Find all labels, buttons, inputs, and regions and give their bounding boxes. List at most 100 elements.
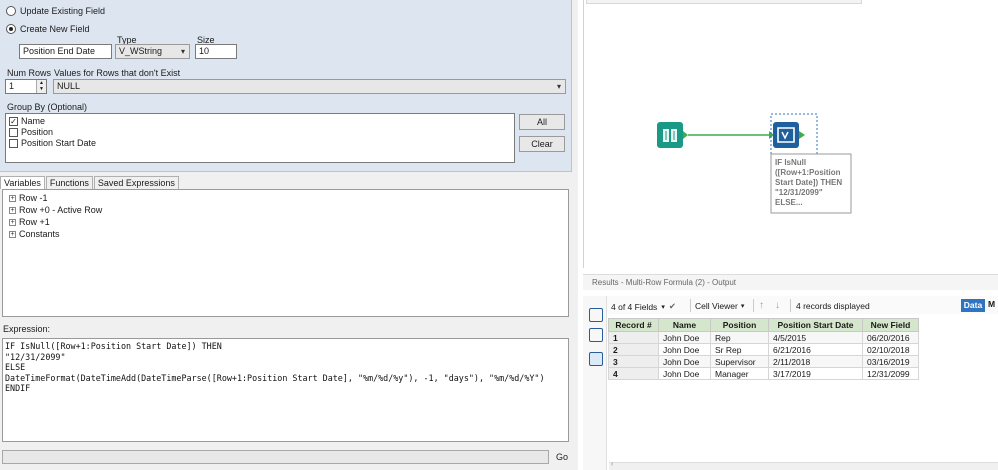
tree-item-row-plus-1[interactable]: + Row +1: [9, 217, 50, 227]
toolbar-divider: [753, 299, 754, 312]
missing-values-select[interactable]: NULL ▾: [53, 79, 566, 94]
table-cell[interactable]: Manager: [710, 367, 769, 380]
input-data-tool-icon[interactable]: [657, 122, 688, 148]
expand-icon[interactable]: +: [9, 194, 16, 202]
size-input[interactable]: 10: [195, 44, 237, 59]
group-by-list: ✓ Name Position Position Start Date: [5, 113, 515, 163]
expression-status-bar[interactable]: [2, 450, 549, 464]
table-row[interactable]: 2 John Doe Sr Rep 6/21/2016 02/10/2018: [608, 343, 919, 356]
tab-variables[interactable]: Variables: [0, 176, 45, 189]
arrow-down-icon[interactable]: ↓: [775, 300, 780, 311]
tab-functions[interactable]: Functions: [45, 176, 93, 189]
expression-label: Expression:: [3, 324, 51, 334]
record-number: 4: [608, 367, 659, 380]
record-number: 1: [608, 331, 659, 344]
horizontal-scrollbar[interactable]: ‹: [609, 461, 998, 470]
radio-dot: [6, 6, 16, 16]
table-row[interactable]: 4 John Doe Manager 3/17/2019 12/31/2099: [608, 367, 919, 380]
select-all-button[interactable]: All: [519, 114, 565, 130]
annotation-line: ELSE...: [775, 198, 803, 207]
table-cell[interactable]: 02/10/2018: [862, 343, 919, 356]
table-cell[interactable]: John Doe: [658, 355, 711, 368]
group-field-position-start-date[interactable]: Position Start Date: [9, 138, 96, 148]
list-view-icon[interactable]: [589, 308, 603, 322]
records-count: 4 records displayed: [796, 301, 870, 311]
scroll-left-icon[interactable]: ‹: [611, 461, 613, 468]
stepper-buttons[interactable]: ▲ ▼: [36, 80, 46, 93]
results-table: Record # Name Position Position Start Da…: [608, 318, 919, 380]
radio-label: Create New Field: [20, 24, 90, 34]
table-cell[interactable]: John Doe: [658, 343, 711, 356]
chevron-down-icon: ▾: [556, 82, 561, 91]
table-cell[interactable]: John Doe: [658, 367, 711, 380]
num-rows-value: 1: [9, 81, 15, 91]
table-row[interactable]: 1 John Doe Rep 4/5/2015 06/20/2016: [608, 331, 919, 344]
toolbar-divider: [790, 299, 791, 312]
cell-viewer-dropdown[interactable]: Cell Viewer ▾: [695, 301, 744, 311]
data-view-button[interactable]: Data: [961, 299, 985, 312]
expression-editor[interactable]: IF IsNull([Row+1:Position Start Date]) T…: [2, 338, 569, 442]
table-cell[interactable]: 6/21/2016: [768, 343, 863, 356]
checkbox[interactable]: [9, 138, 18, 148]
table-cell[interactable]: Sr Rep: [710, 343, 769, 356]
expand-icon[interactable]: +: [9, 206, 16, 214]
type-select-value: V_WString: [119, 46, 163, 56]
go-button[interactable]: Go: [556, 452, 568, 462]
fields-selector[interactable]: 4 of 4 Fields ▾ ✔: [611, 301, 676, 312]
data-view-icon[interactable]: [589, 352, 603, 366]
clear-button[interactable]: Clear: [519, 136, 565, 152]
table-cell[interactable]: 12/31/2099: [862, 367, 919, 380]
num-rows-stepper[interactable]: 1 ▲ ▼: [5, 79, 47, 94]
column-header[interactable]: Name: [658, 318, 711, 332]
checkbox[interactable]: [9, 127, 18, 137]
table-cell[interactable]: 3/17/2019: [768, 367, 863, 380]
table-cell[interactable]: 2/11/2018: [768, 355, 863, 368]
arrow-up-icon[interactable]: ↑: [759, 300, 764, 311]
column-header[interactable]: Record #: [608, 318, 659, 332]
column-header[interactable]: Position: [710, 318, 769, 332]
table-cell[interactable]: Supervisor: [710, 355, 769, 368]
group-field-label: Position: [21, 127, 54, 137]
num-rows-label: Num Rows: [7, 68, 52, 78]
group-field-label: Name: [21, 116, 46, 126]
fields-count: 4 of 4 Fields: [611, 301, 658, 312]
group-field-label: Position Start Date: [21, 138, 97, 148]
annotation-line: ([Row+1:Position: [775, 168, 841, 177]
multi-row-formula-tool-icon[interactable]: [769, 113, 818, 155]
tree-item-constants[interactable]: + Constants: [9, 229, 60, 239]
create-new-radio[interactable]: Create New Field: [6, 24, 90, 34]
field-config-section: Update Existing Field Create New Field T…: [0, 0, 572, 172]
stepper-down-icon[interactable]: ▼: [37, 86, 46, 92]
annotation-line: Start Date]) THEN: [775, 178, 843, 187]
expression-tabs: Variables Functions Saved Expressions: [0, 176, 180, 189]
checkbox-checked[interactable]: ✓: [9, 116, 18, 126]
table-row[interactable]: 3 John Doe Supervisor 2/11/2018 03/16/20…: [608, 355, 919, 368]
message-icon[interactable]: [589, 328, 603, 342]
metadata-view-button[interactable]: M: [988, 299, 995, 309]
checkmark-icon[interactable]: ✔: [669, 301, 676, 312]
tree-item-label: Constants: [19, 229, 60, 239]
tree-item-row-minus-1[interactable]: + Row -1: [9, 193, 48, 203]
table-cell[interactable]: 06/20/2016: [862, 331, 919, 344]
tree-item-active-row[interactable]: + Row +0 - Active Row: [9, 205, 102, 215]
table-header-row: Record # Name Position Position Start Da…: [608, 318, 919, 332]
group-by-label: Group By (Optional): [7, 102, 88, 112]
record-number: 2: [608, 343, 659, 356]
expand-icon[interactable]: +: [9, 230, 16, 238]
column-header[interactable]: Position Start Date: [768, 318, 863, 332]
expand-icon[interactable]: +: [9, 218, 16, 226]
tab-saved-expressions[interactable]: Saved Expressions: [93, 176, 179, 189]
table-cell[interactable]: 4/5/2015: [768, 331, 863, 344]
group-field-position[interactable]: Position: [9, 127, 53, 137]
type-select[interactable]: V_WString ▾: [115, 44, 190, 59]
table-cell[interactable]: Rep: [710, 331, 769, 344]
results-side-toolbar: [583, 296, 607, 470]
table-cell[interactable]: John Doe: [658, 331, 711, 344]
update-existing-radio[interactable]: Update Existing Field: [6, 6, 105, 16]
configuration-panel: Update Existing Field Create New Field T…: [0, 0, 578, 470]
workflow-diagram: [657, 113, 852, 214]
group-field-name[interactable]: ✓ Name: [9, 116, 45, 126]
table-cell[interactable]: 03/16/2019: [862, 355, 919, 368]
column-header[interactable]: New Field: [862, 318, 919, 332]
field-name-input[interactable]: Position End Date: [19, 44, 112, 59]
